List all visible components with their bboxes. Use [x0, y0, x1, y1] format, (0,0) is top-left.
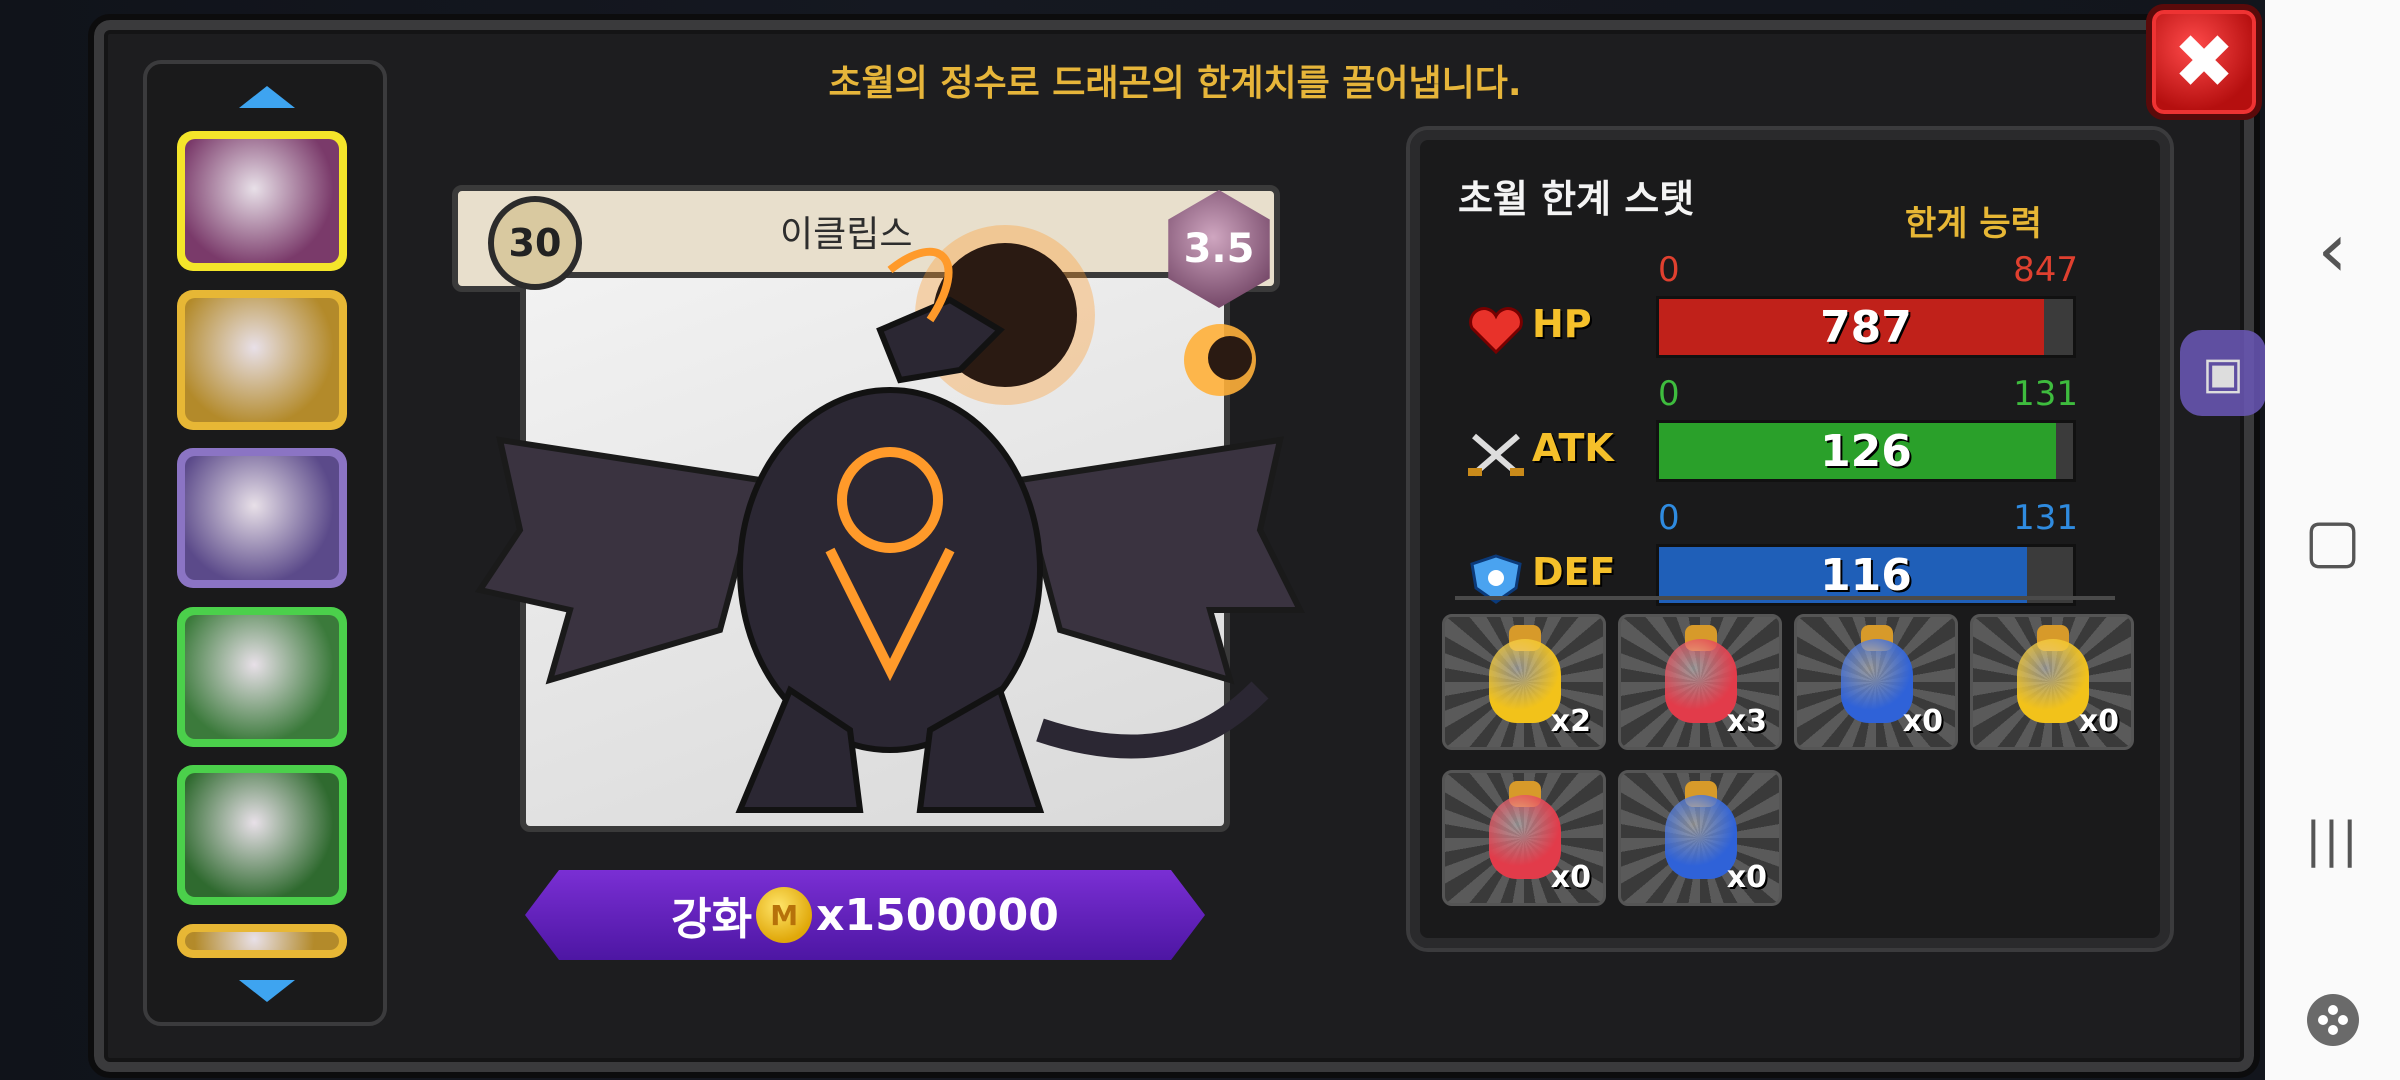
stat-name: DEF: [1532, 550, 1616, 594]
potion-count: x0: [2078, 704, 2119, 739]
dragon-name: 이클립스: [780, 214, 913, 255]
android-nav-bar: ‹ ▢ |||: [2265, 0, 2400, 1080]
dragon-list-panel: [143, 60, 387, 1026]
dragon-thumb-pink-dragon[interactable]: [177, 607, 347, 747]
stat-value: 116: [1820, 549, 1912, 601]
limit-ability-label: 한계 능력: [1905, 204, 2042, 244]
stats-title: 초월 한계 스탯: [1458, 177, 1695, 221]
stat-value: 126: [1820, 425, 1912, 477]
dragon-thumb-green-dragon[interactable]: [177, 765, 347, 905]
stat-min: 0: [1658, 250, 1680, 290]
dragon-thumb-silver-dragon[interactable]: [177, 448, 347, 588]
home-button[interactable]: ▢: [2265, 506, 2400, 576]
stat-bar: 787: [1656, 296, 2076, 358]
close-button[interactable]: ✖: [2146, 4, 2262, 120]
recents-button[interactable]: |||: [2265, 812, 2400, 868]
dragon-thumb-partial-dragon[interactable]: [177, 924, 347, 958]
arrow-down-icon[interactable]: [239, 980, 295, 1002]
dragon-portrait: [185, 773, 339, 897]
potion-gold-potion[interactable]: x2: [1442, 614, 1606, 750]
heart-icon: [1466, 306, 1526, 356]
dragon-thumb-gold-dragon[interactable]: [177, 290, 347, 430]
potion-large-red-potion[interactable]: x0: [1442, 770, 1606, 906]
potion-count: x3: [1726, 704, 1767, 739]
arrow-up-icon[interactable]: [239, 86, 295, 108]
potion-large-blue-potion[interactable]: x0: [1618, 770, 1782, 906]
potion-blue-potion[interactable]: x0: [1794, 614, 1958, 750]
dragon-illustration: [475, 225, 1305, 813]
dragon-portrait: [185, 298, 339, 422]
stat-min: 0: [1658, 374, 1680, 414]
stat-name: ATK: [1532, 426, 1614, 470]
level-badge: 30: [488, 196, 582, 290]
potion-large-gold-potion[interactable]: x0: [1970, 614, 2134, 750]
stat-max: 131: [2013, 498, 2078, 538]
screen-record-icon[interactable]: ▣: [2180, 330, 2266, 416]
stat-row-def: 0 131 DEF 116: [1458, 498, 2078, 608]
stat-max: 847: [2013, 250, 2078, 290]
back-button[interactable]: ‹: [2265, 205, 2400, 294]
enhance-button[interactable]: 강화 M x1500000: [525, 870, 1205, 960]
stat-row-hp: 0 847 HP 787: [1458, 250, 2078, 360]
coin-icon: M: [756, 887, 813, 943]
close-icon: ✖: [2172, 19, 2235, 105]
stat-value: 787: [1820, 301, 1912, 353]
gamepad-icon[interactable]: [2265, 992, 2400, 1052]
enhance-label: 강화: [671, 894, 753, 945]
potion-count: x0: [1726, 860, 1767, 895]
dragon-portrait: [185, 932, 339, 950]
potion-count: x0: [1902, 704, 1943, 739]
dialog-title: 초월의 정수로 드래곤의 한계치를 끌어냅니다.: [828, 63, 1522, 104]
stat-min: 0: [1658, 498, 1680, 538]
stat-name: HP: [1532, 302, 1592, 346]
crossed-swords-icon: [1466, 430, 1526, 480]
stat-bar: 126: [1656, 420, 2076, 482]
dragon-portrait: [185, 456, 339, 580]
dragon-thumb-black-dragon[interactable]: [177, 131, 347, 271]
dragon-portrait: [185, 139, 339, 263]
enhance-cost: x1500000: [816, 889, 1059, 941]
potion-count: x0: [1550, 860, 1591, 895]
potion-red-potion[interactable]: x3: [1618, 614, 1782, 750]
stats-divider: [1455, 596, 2115, 600]
potion-count: x2: [1550, 704, 1591, 739]
stat-max: 131: [2013, 374, 2078, 414]
stat-row-atk: 0 131 ATK 126: [1458, 374, 2078, 484]
dragon-portrait: [185, 615, 339, 739]
